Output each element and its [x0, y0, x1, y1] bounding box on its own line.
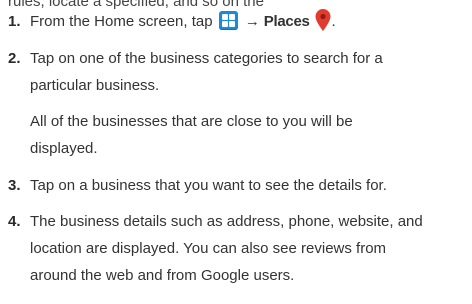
- step-number: 1.: [8, 13, 21, 30]
- step-text-line: The business details such as address, ph…: [30, 213, 423, 230]
- step-number: 3.: [8, 177, 21, 194]
- step-text-line: Tap on one of the business categories to…: [30, 50, 383, 67]
- step-number: 4.: [8, 213, 21, 230]
- step-3: 3. Tap on a business that you want to se…: [8, 172, 468, 199]
- step-number: 2.: [8, 50, 21, 67]
- step-2: 2. Tap on one of the business categories…: [8, 45, 468, 99]
- step-text-line: particular business.: [30, 77, 160, 94]
- step-1-period: .: [331, 13, 336, 30]
- step-1: 1. From the Home screen, tap → Places .: [8, 8, 468, 35]
- step-1-text-start: From the Home screen, tap: [30, 13, 213, 30]
- step-note-line: All of the businesses that are close to …: [30, 113, 353, 130]
- arrow-glyph: →: [244, 13, 260, 30]
- step-text-line: around the web and from Google users.: [30, 267, 295, 284]
- apps-grid-icon: [218, 11, 238, 30]
- step-text-line: Tap on a business that you want to see t…: [30, 177, 387, 194]
- places-pin-icon: [315, 9, 331, 32]
- step-note-line: displayed.: [30, 140, 98, 157]
- step-text-line: location are displayed. You can also see…: [30, 240, 387, 257]
- places-label: Places: [263, 13, 310, 30]
- step-text: From the Home screen, tap → Places .: [30, 8, 470, 35]
- step-4: 4. The business details such as address,…: [8, 208, 468, 289]
